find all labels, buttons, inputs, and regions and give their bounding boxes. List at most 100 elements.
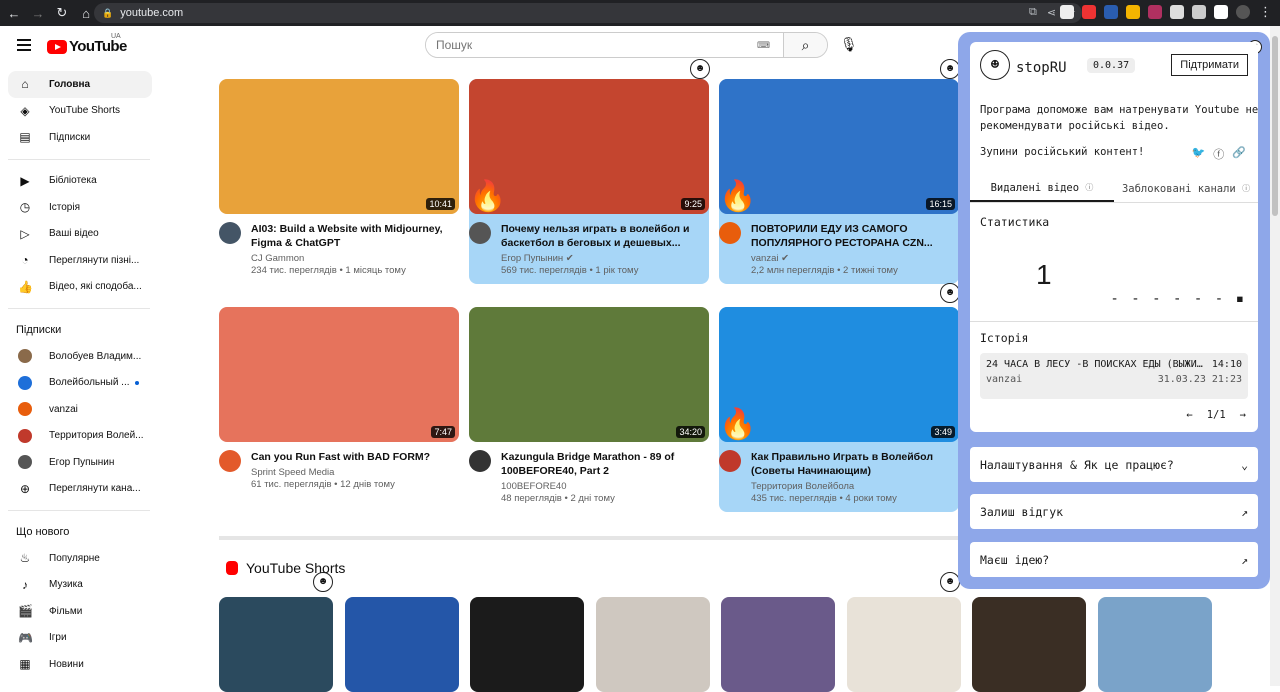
microphone-icon[interactable]: 🎙 [840, 36, 858, 53]
stopru-face-icon[interactable]: ☻ [313, 572, 333, 592]
extension-icon[interactable] [1126, 5, 1140, 19]
sidebar-item[interactable]: Волейбольный ... [8, 370, 152, 397]
short-thumbnail[interactable] [1097, 597, 1212, 692]
share-icon[interactable]: ⋖ [1047, 6, 1056, 19]
extension-icon[interactable] [1060, 5, 1074, 19]
stopru-face-icon[interactable]: ☻ [690, 59, 710, 79]
scrollbar[interactable] [1270, 26, 1280, 686]
channel-name[interactable]: vanzai ✔ [751, 253, 959, 264]
short-thumbnail[interactable] [595, 597, 710, 692]
video-thumbnail[interactable]: 🔥 9:25 [469, 79, 709, 214]
channel-avatar[interactable] [219, 222, 241, 244]
stopru-face-icon[interactable]: ☻ [940, 59, 960, 79]
video-thumbnail[interactable]: 34:20 [469, 307, 709, 442]
support-button[interactable]: Підтримати [1171, 54, 1248, 76]
keyboard-icon[interactable]: ⌨ [757, 40, 773, 51]
channel-name[interactable]: Территория Волейбола [751, 481, 959, 492]
reload-icon[interactable]: ↻ [52, 5, 72, 21]
video-title[interactable]: ПОВТОРИЛИ ЕДУ ИЗ САМОГО ПОПУЛЯРНОГО РЕСТ… [751, 222, 959, 250]
sidebar-item[interactable]: vanzai [8, 396, 152, 423]
extension-icon[interactable] [1170, 5, 1184, 19]
channel-name[interactable]: Sprint Speed Media [251, 467, 430, 478]
video-thumbnail[interactable]: 🔥 16:15 [719, 79, 959, 214]
video-title[interactable]: Kazungula Bridge Marathon - 89 of 100BEF… [501, 450, 709, 478]
video-title[interactable]: Can you Run Fast with BAD FORM? [251, 450, 430, 464]
video-card[interactable]: 7:47 Can you Run Fast with BAD FORM? Sprin… [219, 307, 459, 498]
sidebar-item[interactable]: ▶ Бібліотека [8, 168, 152, 195]
sidepanel-icon[interactable] [1214, 5, 1228, 19]
extension-icon[interactable] [1082, 5, 1096, 19]
tab-blocked-channels[interactable]: Заблоковані канали ⓘ [1114, 175, 1258, 202]
channel-name[interactable]: Егор Пупынин ✔ [501, 253, 709, 264]
feedback-link[interactable]: Залиш відгук ↗ [970, 494, 1258, 529]
prev-page-icon[interactable]: ← [1186, 409, 1192, 421]
short-thumbnail[interactable] [470, 597, 584, 692]
forward-icon[interactable]: → [28, 6, 48, 21]
extension-icon[interactable] [1148, 5, 1162, 19]
sidebar-item[interactable]: ⊕ Переглянути кана... [8, 476, 152, 503]
hamburger-menu-icon[interactable] [17, 39, 31, 54]
channel-avatar[interactable] [219, 450, 241, 472]
sidebar-item[interactable]: ♨ Популярне [8, 545, 152, 572]
sidebar-item[interactable]: Волобуев Владим... [8, 343, 152, 370]
channel-avatar[interactable] [719, 450, 741, 472]
puzzle-icon[interactable] [1192, 5, 1206, 19]
scrollbar-thumb[interactable] [1272, 36, 1278, 216]
video-card[interactable]: 🔥 9:25 Почему нельзя играть в волейбол и б… [469, 79, 709, 284]
short-thumbnail[interactable] [721, 597, 835, 692]
short-thumbnail[interactable] [972, 597, 1086, 692]
next-page-icon[interactable]: → [1240, 409, 1246, 421]
sidebar-item[interactable]: 👍 Відео, які сподоба... [8, 274, 152, 301]
short-thumbnail[interactable] [219, 597, 333, 692]
facebook-icon[interactable]: ⓕ [1213, 146, 1224, 162]
home-icon[interactable]: ⌂ [76, 6, 96, 21]
video-thumbnail[interactable]: 10:41 [219, 79, 459, 214]
sidebar-item[interactable]: ◷ Історія [8, 194, 152, 221]
open-icon[interactable]: ⧉ [1029, 6, 1037, 19]
history-item[interactable]: 24 ЧАСА В ЛЕСУ -В ПОИСКАХ ЕДЫ (ВЫЖИ… 14:1… [980, 353, 1248, 399]
video-card[interactable]: 🔥 16:15 ПОВТОРИЛИ ЕДУ ИЗ САМОГО ПОПУЛЯРНОГ… [719, 79, 959, 284]
link-icon[interactable]: 🔗 [1232, 146, 1246, 162]
sidebar-item[interactable]: Территория Волей... [8, 423, 152, 450]
video-thumbnail[interactable]: 7:47 [219, 307, 459, 442]
url-text[interactable]: youtube.com [120, 7, 183, 19]
search-button[interactable]: ⌕ [783, 33, 827, 57]
channel-avatar[interactable] [469, 222, 491, 244]
tab-deleted-videos[interactable]: Видалені відео ⓘ [970, 175, 1114, 202]
search-input[interactable] [426, 33, 757, 57]
short-thumbnail[interactable] [344, 597, 459, 692]
sidebar-item[interactable]: ♪ Музика [8, 572, 152, 599]
video-card[interactable]: 10:41 AI03: Build a Website with Midjourn… [219, 79, 459, 284]
profile-icon[interactable] [1236, 5, 1250, 19]
channel-name[interactable]: CJ Gammon [251, 253, 459, 264]
sidebar-item[interactable]: ⌂ Головна [8, 71, 152, 98]
channel-name[interactable]: 100BEFORE40 [501, 481, 709, 492]
sidebar-item[interactable]: ◔ Переглянути пізні... [8, 247, 152, 274]
youtube-logo[interactable]: YouTube UA [47, 33, 127, 55]
extension-icon[interactable] [1104, 5, 1118, 19]
channel-avatar[interactable] [469, 450, 491, 472]
video-card[interactable]: 34:20 Kazungula Bridge Marathon - 89 of 1… [469, 307, 709, 512]
sidebar-item[interactable]: ▷ Ваші відео [8, 221, 152, 248]
twitter-icon[interactable]: 🐦 [1192, 146, 1206, 162]
video-title[interactable]: Как Правильно Играть в Волейбол (Советы … [751, 450, 959, 478]
sidebar-item[interactable]: ▤ Підписки [8, 124, 152, 151]
stopru-face-icon[interactable]: ☻ [940, 283, 960, 303]
video-thumbnail[interactable]: 🔥 3:49 [719, 307, 959, 442]
channel-avatar[interactable] [719, 222, 741, 244]
settings-accordion[interactable]: Налаштування & Як це працює? ⌄ [970, 447, 1258, 482]
short-thumbnail[interactable] [846, 597, 961, 692]
address-bar[interactable]: 🔒 youtube.com ⧉ ⋖ ☆ [94, 3, 1082, 23]
video-card[interactable]: 🔥 3:49 Как Правильно Играть в Волейбол (Со… [719, 307, 959, 512]
idea-link[interactable]: Маєш ідею? ↗ [970, 542, 1258, 577]
sidebar-item[interactable]: 🎮 Ігри [8, 625, 152, 652]
sidebar-item[interactable]: Егор Пупынин [8, 449, 152, 476]
sidebar-item[interactable]: ◈ YouTube Shorts [8, 98, 152, 125]
video-title[interactable]: Почему нельзя играть в волейбол и баскет… [501, 222, 709, 250]
menu-icon[interactable]: ⋮ [1259, 4, 1272, 20]
back-icon[interactable]: ← [4, 6, 24, 21]
video-title[interactable]: AI03: Build a Website with Midjourney, F… [251, 222, 459, 250]
sidebar-item[interactable]: 🎬 Фільми [8, 598, 152, 625]
stopru-face-icon[interactable]: ☻ [940, 572, 960, 592]
sidebar-item[interactable]: ▦ Новини [8, 651, 152, 678]
